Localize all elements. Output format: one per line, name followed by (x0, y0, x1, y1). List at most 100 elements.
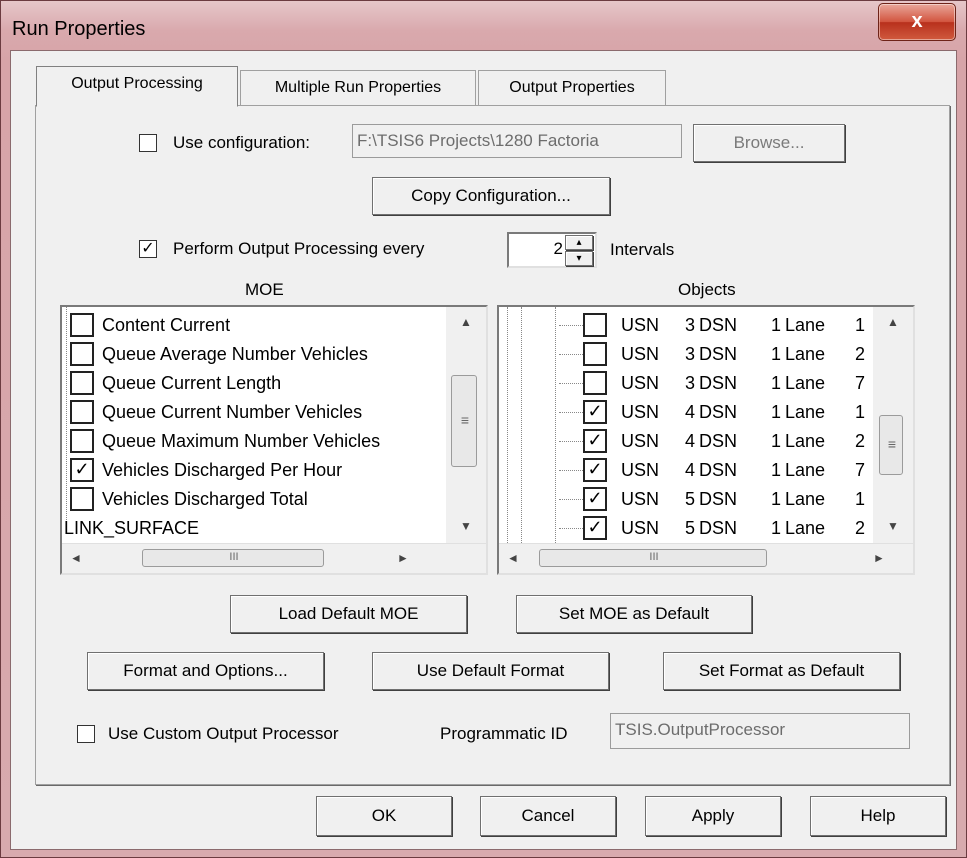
perform-output-processing-checkbox[interactable]: ✓ (139, 240, 157, 258)
object-usn: USN (621, 459, 660, 480)
moe-item-checkbox[interactable] (70, 487, 94, 511)
tab-output-properties[interactable]: Output Properties (478, 70, 666, 106)
object-usn: USN (621, 401, 660, 422)
object-dsn-num: 1 (771, 459, 782, 480)
objects-vscroll-thumb[interactable]: ≡ (879, 415, 903, 475)
ok-button[interactable]: OK (316, 796, 452, 836)
scroll-down-icon[interactable]: ▼ (873, 519, 913, 533)
object-list-item[interactable]: USN 3 DSN 1 Lane 7 (559, 369, 865, 397)
object-list-item[interactable]: ✓ USN 4 DSN 1 Lane 1 (559, 398, 865, 426)
set-moe-default-button[interactable]: Set MOE as Default (516, 595, 752, 633)
moe-list[interactable]: Content Current Queue Average Number Veh… (60, 305, 488, 575)
moe-item-checkbox[interactable] (70, 429, 94, 453)
moe-item-label: Vehicles Discharged Total (102, 488, 308, 509)
moe-list-item[interactable]: Queue Maximum Number Vehicles (70, 427, 380, 455)
checkmark-icon: ✓ (141, 240, 155, 257)
object-item-checkbox[interactable] (583, 371, 607, 395)
scroll-left-icon[interactable]: ◄ (507, 551, 519, 565)
object-lane: Lane (785, 372, 826, 393)
object-item-checkbox[interactable]: ✓ (583, 516, 607, 540)
moe-horizontal-scrollbar[interactable]: ◄ III ► (62, 543, 486, 573)
tab-multiple-run-properties[interactable]: Multiple Run Properties (240, 70, 476, 106)
close-button[interactable]: x (878, 3, 956, 41)
object-list-item[interactable]: USN 3 DSN 1 Lane 1 (559, 311, 865, 339)
object-item-checkbox[interactable]: ✓ (583, 400, 607, 424)
object-item-checkbox[interactable]: ✓ (583, 429, 607, 453)
object-lane-num: 2 (855, 430, 866, 451)
use-default-format-button[interactable]: Use Default Format (372, 652, 609, 690)
object-dsn-num: 1 (771, 517, 782, 538)
moe-vscroll-thumb[interactable]: ≡ (451, 375, 477, 467)
object-list-item[interactable]: ✓ USN 4 DSN 1 Lane 2 (559, 427, 865, 455)
moe-group-label: LINK_SURFACE (64, 517, 200, 538)
copy-configuration-button[interactable]: Copy Configuration... (372, 177, 610, 215)
tree-branch-line (559, 325, 583, 326)
tree-branch-line (559, 528, 583, 529)
object-dsn-num: 1 (771, 430, 782, 451)
use-configuration-checkbox[interactable] (139, 134, 157, 152)
object-lane: Lane (785, 459, 826, 480)
programmatic-id-label: Programmatic ID (440, 724, 568, 743)
object-usn: USN (621, 343, 660, 364)
objects-horizontal-scrollbar[interactable]: ◄ III ► (499, 543, 913, 573)
browse-button[interactable]: Browse... (693, 124, 845, 162)
moe-list-item[interactable]: Vehicles Discharged Total (70, 485, 308, 513)
object-list-item[interactable]: ✓ USN 5 DSN 1 Lane 2 (559, 514, 865, 542)
object-item-checkbox[interactable] (583, 342, 607, 366)
moe-hscroll-thumb[interactable]: III (142, 549, 324, 567)
tab-output-processing[interactable]: Output Processing (36, 66, 238, 107)
objects-list[interactable]: USN 3 DSN 1 Lane 1 USN 3 DSN 1 Lane 2 USN 3 DSN 1 Lane… (497, 305, 915, 575)
moe-item-label: Content Current (102, 314, 231, 335)
object-dsn: DSN (699, 459, 738, 480)
cancel-button[interactable]: Cancel (480, 796, 616, 836)
help-button[interactable]: Help (810, 796, 946, 836)
grip-icon: ≡ (460, 412, 470, 428)
moe-item-checkbox[interactable] (70, 371, 94, 395)
use-custom-output-processor-checkbox[interactable] (77, 725, 95, 743)
moe-item-checkbox[interactable] (70, 400, 94, 424)
moe-list-item[interactable]: Content Current (70, 311, 230, 339)
object-list-item[interactable]: USN 3 DSN 1 Lane 2 (559, 340, 865, 368)
tree-guide-line (555, 307, 556, 543)
tree-guide-line (521, 307, 522, 543)
object-list-item[interactable]: ✓ USN 4 DSN 1 Lane 7 (559, 456, 865, 484)
scroll-right-icon[interactable]: ► (397, 551, 409, 565)
grip-icon: ≡ (887, 436, 897, 452)
format-options-button[interactable]: Format and Options... (87, 652, 324, 690)
programmatic-id-field[interactable]: TSIS.OutputProcessor (610, 713, 910, 749)
scroll-left-icon[interactable]: ◄ (70, 551, 82, 565)
scroll-up-icon[interactable]: ▲ (446, 315, 486, 329)
load-default-moe-button[interactable]: Load Default MOE (230, 595, 467, 633)
scroll-down-icon[interactable]: ▼ (446, 519, 486, 533)
checkmark-icon: ✓ (587, 488, 603, 508)
objects-hscroll-thumb[interactable]: III (539, 549, 767, 567)
moe-list-item[interactable]: Queue Current Length (70, 369, 281, 397)
configuration-path-field[interactable]: F:\TSIS6 Projects\1280 Factoria (352, 124, 682, 158)
object-item-checkbox[interactable]: ✓ (583, 458, 607, 482)
objects-vertical-scrollbar[interactable]: ▲ ≡ ▼ (873, 307, 913, 543)
apply-button[interactable]: Apply (645, 796, 781, 836)
interval-spinner[interactable]: 2 ▴ ▾ (507, 232, 597, 268)
object-usn: USN (621, 430, 660, 451)
set-format-default-button[interactable]: Set Format as Default (663, 652, 900, 690)
window-title: Run Properties (12, 18, 146, 40)
moe-item-checkbox[interactable]: ✓ (70, 458, 94, 482)
moe-item-checkbox[interactable] (70, 342, 94, 366)
object-usn-num: 3 (685, 314, 696, 335)
object-item-checkbox[interactable]: ✓ (583, 487, 607, 511)
moe-vertical-scrollbar[interactable]: ▲ ≡ ▼ (446, 307, 486, 543)
object-list-item[interactable]: ✓ USN 5 DSN 1 Lane 1 (559, 485, 865, 513)
moe-group-item[interactable]: LINK_SURFACE (64, 514, 199, 542)
object-item-checkbox[interactable] (583, 313, 607, 337)
scroll-up-icon[interactable]: ▲ (873, 315, 913, 329)
spin-up-icon: ▴ (576, 237, 582, 248)
object-usn: USN (621, 488, 660, 509)
moe-list-item[interactable]: ✓ Vehicles Discharged Per Hour (70, 456, 342, 484)
spin-up-button[interactable]: ▴ (565, 235, 593, 250)
spin-down-button[interactable]: ▾ (565, 251, 593, 266)
moe-item-checkbox[interactable] (70, 313, 94, 337)
scroll-right-icon[interactable]: ► (873, 551, 885, 565)
object-lane: Lane (785, 488, 826, 509)
moe-list-item[interactable]: Queue Current Number Vehicles (70, 398, 362, 426)
moe-list-item[interactable]: Queue Average Number Vehicles (70, 340, 368, 368)
